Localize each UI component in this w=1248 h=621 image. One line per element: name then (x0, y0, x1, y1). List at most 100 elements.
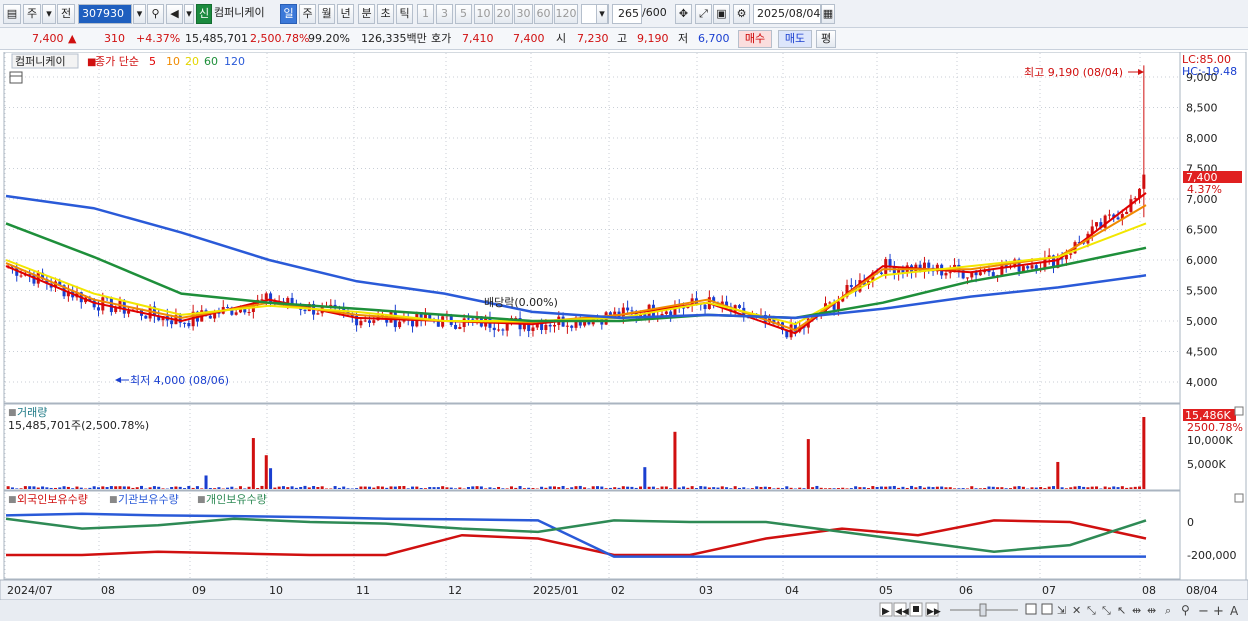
volume-bar (1142, 417, 1146, 489)
volume-pane-close-icon[interactable] (1234, 406, 1244, 416)
volume-bar (720, 486, 724, 489)
fit-icon[interactable]: ⇲ (1057, 604, 1066, 617)
holding-pane-close-icon[interactable] (1234, 493, 1244, 503)
minute-20-button[interactable]: 20 (494, 4, 513, 24)
x-axis-label: 09 (192, 584, 206, 597)
low-price: 6,700 (698, 32, 730, 45)
price-pane[interactable] (3, 51, 1181, 404)
holding-pane[interactable] (3, 490, 1181, 580)
minute-1-button[interactable]: 1 (417, 4, 434, 24)
save-icon[interactable]: ▣ (713, 4, 730, 24)
volume-bar (66, 486, 70, 489)
minute-120-button[interactable]: 120 (554, 4, 578, 24)
period-year-tab[interactable]: 년 (337, 4, 354, 24)
candle-body (170, 320, 174, 325)
volume-bar (458, 487, 462, 489)
volume-bar (918, 486, 922, 489)
volume-bar (630, 486, 634, 489)
minus-icon[interactable]: − (1198, 604, 1209, 619)
volume-value: 15,485,701 (185, 32, 248, 45)
volume-bar (191, 487, 195, 489)
speaker-dropdown-icon[interactable]: ▾ (184, 4, 194, 24)
volume-bar (759, 486, 763, 489)
minute-30-button[interactable]: 30 (514, 4, 533, 24)
stock-code-input[interactable]: 307930 (78, 4, 132, 24)
plus-icon[interactable]: + (1213, 604, 1224, 619)
candle-body (703, 304, 707, 309)
volume-bar (849, 488, 853, 489)
x-axis-label: 11 (356, 584, 370, 597)
trade-amount: 126,335백만 (361, 32, 427, 45)
volume-bar (312, 486, 316, 489)
volume-bar (750, 488, 754, 489)
cursor-icon[interactable]: ↖ (1117, 604, 1126, 617)
volume-bar (897, 487, 901, 489)
volume-bar (393, 486, 397, 489)
volume-bar (415, 486, 419, 489)
period-week-tab[interactable]: 주 (299, 4, 316, 24)
volume-bar (170, 487, 174, 489)
average-button[interactable]: 평 (816, 30, 836, 48)
volume-pane[interactable] (3, 403, 1181, 491)
candle-body (836, 301, 840, 310)
volume-bar (269, 468, 273, 489)
volume-bar (484, 488, 488, 489)
ruler-icon[interactable]: ⇹ (1132, 604, 1141, 617)
trend-tool-icon[interactable]: ⤡ (1102, 604, 1111, 617)
volume-bar (583, 487, 587, 489)
volume-bar (88, 487, 92, 489)
volume-bar (1064, 488, 1068, 489)
custom-period-dropdown-icon[interactable]: ▾ (596, 4, 608, 24)
period-day-tab[interactable]: 일 (280, 4, 297, 24)
measure-icon[interactable]: ⇹ (1147, 604, 1156, 617)
zoom-search-icon[interactable]: ⚲ (1181, 603, 1190, 617)
period-month-tab[interactable]: 월 (318, 4, 335, 24)
minute-3-button[interactable]: 3 (436, 4, 453, 24)
period-tick-tab[interactable]: 틱 (396, 4, 413, 24)
volume-bar (1095, 486, 1099, 489)
volume-bar (372, 487, 376, 489)
line-tool-icon[interactable]: ⤡ (1087, 604, 1096, 617)
candle-body (96, 307, 100, 311)
volume-bar (432, 487, 436, 489)
market-selector[interactable]: 전 (57, 4, 75, 24)
volume-bar (518, 486, 522, 489)
calendar-icon[interactable]: ▦ (821, 4, 835, 24)
volume-bar (600, 486, 604, 489)
volume-bar (940, 486, 944, 489)
candle-body (1095, 222, 1099, 227)
table-toggle-icon[interactable] (9, 71, 23, 84)
chart-area[interactable]: 9,000 8,500 8,000 7,500 7,000 6,500 6,000 5,500… (0, 51, 1248, 621)
zoom-in-icon[interactable]: ⌕ (1165, 604, 1171, 617)
volume-bar (686, 487, 690, 489)
type-selector[interactable]: 주 (23, 4, 41, 24)
buy-button[interactable]: 매수 (738, 30, 772, 48)
minute-10-button[interactable]: 10 (474, 4, 493, 24)
minute-5-button[interactable]: 5 (455, 4, 472, 24)
pattern-icon[interactable]: ⤢ (695, 4, 712, 24)
font-size-icon[interactable]: A (1230, 604, 1239, 618)
volume-bar (991, 486, 995, 489)
stock-chart[interactable]: 9,0008,5008,0007,5007,0006,5006,0005,500… (0, 51, 1248, 621)
code-dropdown-icon[interactable]: ▾ (133, 4, 146, 24)
layout-icon[interactable] (1041, 603, 1053, 615)
x-axis-label: 08 (101, 584, 115, 597)
volume-bar (118, 486, 122, 489)
crosshair-icon[interactable]: ✕ (1072, 604, 1081, 617)
volume-bar (742, 487, 746, 489)
period-second-tab[interactable]: 초 (377, 4, 394, 24)
speaker-icon[interactable]: ◀ (166, 4, 183, 24)
date-input[interactable]: 2025/08/04 (753, 4, 821, 24)
zoom-slider-handle[interactable] (979, 603, 987, 617)
type-dropdown-icon[interactable]: ▾ (42, 4, 56, 24)
split-view-icon[interactable] (1025, 603, 1037, 615)
settings-gear-icon[interactable]: ⚙ (733, 4, 750, 24)
chart-tools-icon[interactable]: ✥ (675, 4, 692, 24)
window-menu-icon[interactable]: ▤ (3, 4, 21, 24)
sell-button[interactable]: 매도 (778, 30, 812, 48)
period-minute-tab[interactable]: 분 (358, 4, 375, 24)
count-input[interactable]: 265 (612, 4, 642, 24)
search-icon[interactable]: ⚲ (147, 4, 164, 24)
minute-60-button[interactable]: 60 (534, 4, 553, 24)
candle-body (927, 262, 931, 268)
